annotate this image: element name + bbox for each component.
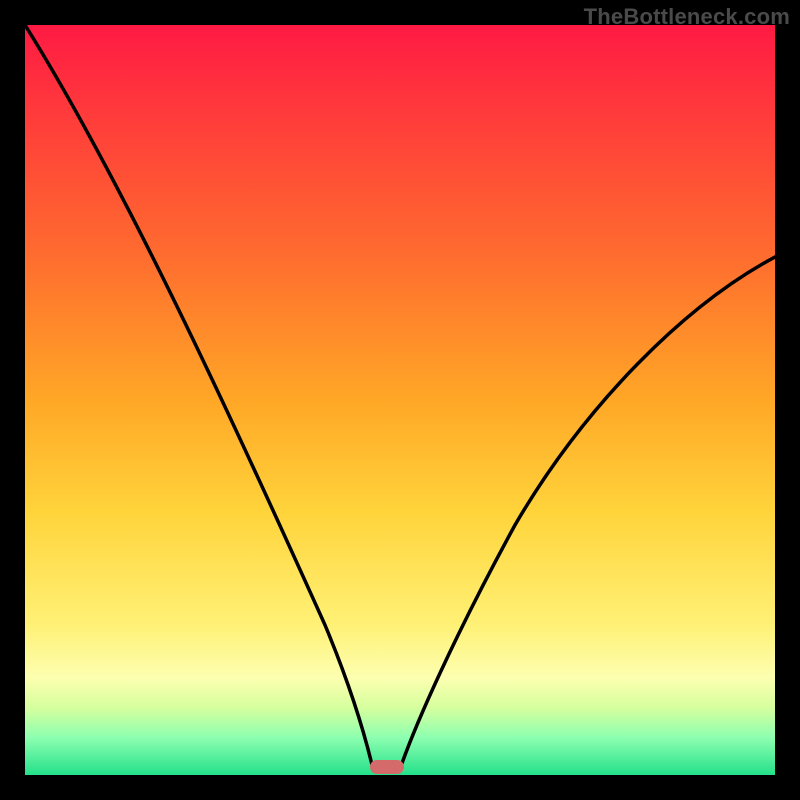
bottleneck-curve-path: [25, 25, 775, 769]
chart-frame: TheBottleneck.com: [0, 0, 800, 800]
watermark-text: TheBottleneck.com: [584, 4, 790, 30]
optimal-marker: [370, 760, 404, 774]
bottleneck-curve: [25, 25, 775, 775]
